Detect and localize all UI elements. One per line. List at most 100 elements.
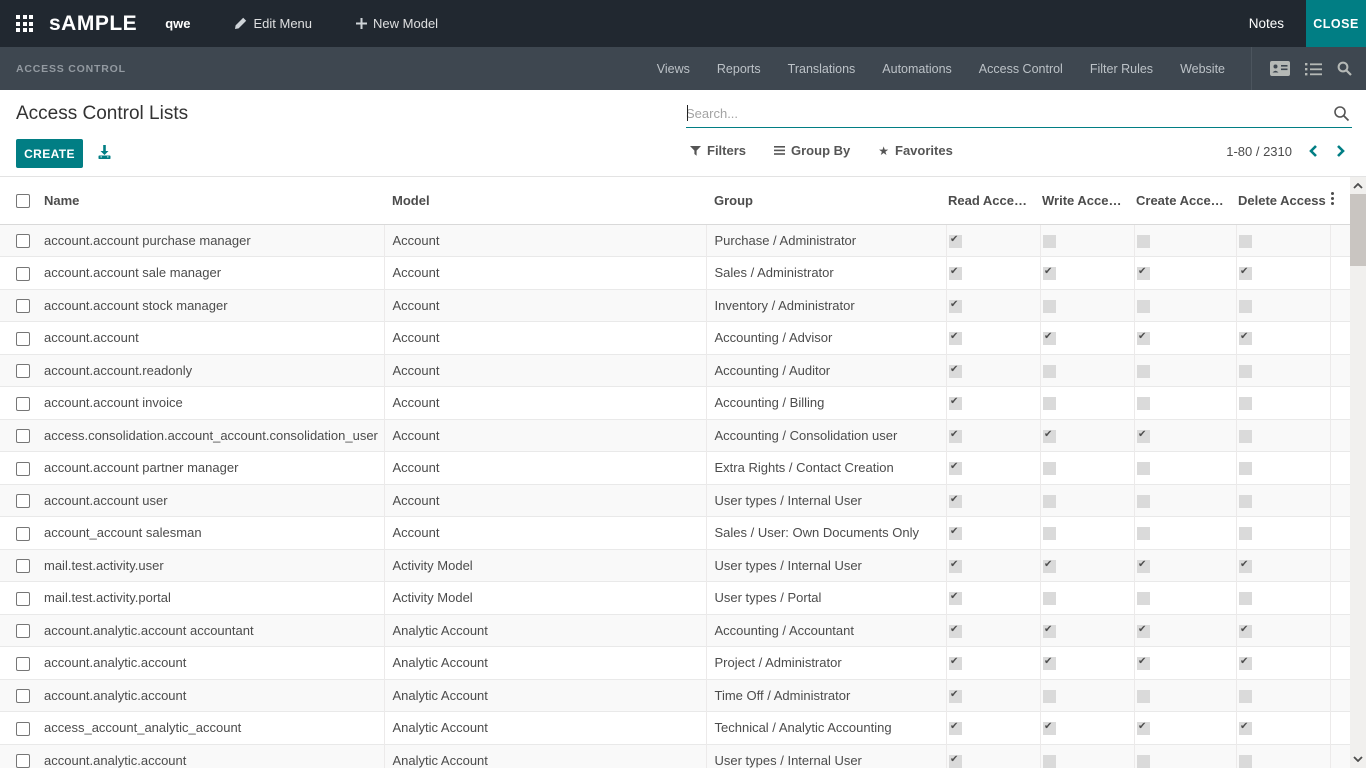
read-access-checkbox[interactable] (949, 397, 962, 410)
row-select-checkbox[interactable] (16, 559, 30, 573)
menu-access-control[interactable]: Access Control (979, 62, 1063, 76)
delete-access-checkbox[interactable] (1239, 300, 1252, 313)
menu-automations[interactable]: Automations (882, 62, 951, 76)
create-access-checkbox[interactable] (1137, 430, 1150, 443)
notes-button[interactable]: Notes (1249, 16, 1284, 31)
write-access-checkbox[interactable] (1043, 722, 1056, 735)
row-select-checkbox[interactable] (16, 332, 30, 346)
filters-button[interactable]: Filters (690, 143, 746, 158)
row-select-checkbox[interactable] (16, 429, 30, 443)
delete-access-checkbox[interactable] (1239, 332, 1252, 345)
write-access-checkbox[interactable] (1043, 235, 1056, 248)
delete-access-checkbox[interactable] (1239, 495, 1252, 508)
table-row[interactable]: account.account user Account User types … (0, 484, 1350, 517)
delete-access-checkbox[interactable] (1239, 462, 1252, 475)
favorites-button[interactable]: ★ Favorites (878, 143, 953, 158)
row-select-checkbox[interactable] (16, 624, 30, 638)
delete-access-checkbox[interactable] (1239, 267, 1252, 280)
delete-access-checkbox[interactable] (1239, 722, 1252, 735)
row-select-checkbox[interactable] (16, 657, 30, 671)
row-select-checkbox[interactable] (16, 462, 30, 476)
table-row[interactable]: account.account.readonly Account Account… (0, 354, 1350, 387)
read-access-checkbox[interactable] (949, 755, 962, 768)
row-select-checkbox[interactable] (16, 299, 30, 313)
scroll-down-icon[interactable] (1350, 751, 1366, 767)
table-row[interactable]: account.analytic.account Analytic Accoun… (0, 647, 1350, 680)
list-view-icon[interactable] (1305, 62, 1322, 76)
table-row[interactable]: account_account salesman Account Sales /… (0, 517, 1350, 550)
read-access-checkbox[interactable] (949, 332, 962, 345)
row-select-checkbox[interactable] (16, 494, 30, 508)
create-button[interactable]: CREATE (16, 139, 83, 168)
vertical-scrollbar[interactable] (1350, 177, 1366, 768)
row-select-checkbox[interactable] (16, 722, 30, 736)
read-access-checkbox[interactable] (949, 430, 962, 443)
export-download-icon[interactable] (97, 145, 112, 160)
scroll-up-icon[interactable] (1350, 178, 1366, 194)
delete-access-checkbox[interactable] (1239, 527, 1252, 540)
column-header-delete-access[interactable]: Delete Access (1236, 177, 1330, 224)
table-row[interactable]: account.account partner manager Account … (0, 452, 1350, 485)
create-access-checkbox[interactable] (1137, 235, 1150, 248)
menu-filter-rules[interactable]: Filter Rules (1090, 62, 1153, 76)
read-access-checkbox[interactable] (949, 300, 962, 313)
create-access-checkbox[interactable] (1137, 365, 1150, 378)
delete-access-checkbox[interactable] (1239, 365, 1252, 378)
select-all-checkbox[interactable] (16, 194, 30, 208)
read-access-checkbox[interactable] (949, 527, 962, 540)
table-row[interactable]: account.account Account Accounting / Adv… (0, 322, 1350, 355)
read-access-checkbox[interactable] (949, 657, 962, 670)
apps-menu-icon[interactable] (16, 15, 33, 32)
row-select-checkbox[interactable] (16, 689, 30, 703)
table-row[interactable]: mail.test.activity.portal Activity Model… (0, 582, 1350, 615)
create-access-checkbox[interactable] (1137, 690, 1150, 703)
write-access-checkbox[interactable] (1043, 560, 1056, 573)
subnav-search-icon[interactable] (1337, 61, 1352, 76)
write-access-checkbox[interactable] (1043, 332, 1056, 345)
row-select-checkbox[interactable] (16, 234, 30, 248)
menu-views[interactable]: Views (657, 62, 690, 76)
create-access-checkbox[interactable] (1137, 495, 1150, 508)
delete-access-checkbox[interactable] (1239, 657, 1252, 670)
read-access-checkbox[interactable] (949, 690, 962, 703)
write-access-checkbox[interactable] (1043, 755, 1056, 768)
read-access-checkbox[interactable] (949, 560, 962, 573)
read-access-checkbox[interactable] (949, 625, 962, 638)
table-row[interactable]: access_account_analytic_account Analytic… (0, 712, 1350, 745)
delete-access-checkbox[interactable] (1239, 397, 1252, 410)
column-header-read-access[interactable]: Read Acce… (946, 177, 1040, 224)
table-row[interactable]: mail.test.activity.user Activity Model U… (0, 549, 1350, 582)
new-model-button[interactable]: New Model (356, 16, 438, 31)
search-input[interactable] (686, 100, 1326, 126)
nav-item-qwe[interactable]: qwe (165, 16, 190, 31)
write-access-checkbox[interactable] (1043, 397, 1056, 410)
create-access-checkbox[interactable] (1137, 592, 1150, 605)
row-select-checkbox[interactable] (16, 754, 30, 768)
read-access-checkbox[interactable] (949, 235, 962, 248)
read-access-checkbox[interactable] (949, 495, 962, 508)
create-access-checkbox[interactable] (1137, 657, 1150, 670)
table-row[interactable]: account.analytic.account Analytic Accoun… (0, 744, 1350, 768)
row-select-checkbox[interactable] (16, 364, 30, 378)
create-access-checkbox[interactable] (1137, 462, 1150, 475)
delete-access-checkbox[interactable] (1239, 690, 1252, 703)
pager-previous-icon[interactable] (1306, 142, 1320, 160)
write-access-checkbox[interactable] (1043, 430, 1056, 443)
group-by-button[interactable]: Group By (774, 143, 850, 158)
delete-access-checkbox[interactable] (1239, 755, 1252, 768)
row-select-checkbox[interactable] (16, 267, 30, 281)
create-access-checkbox[interactable] (1137, 560, 1150, 573)
row-select-checkbox[interactable] (16, 397, 30, 411)
create-access-checkbox[interactable] (1137, 755, 1150, 768)
scrollbar-thumb[interactable] (1350, 194, 1366, 266)
write-access-checkbox[interactable] (1043, 365, 1056, 378)
column-header-group[interactable]: Group (706, 177, 946, 224)
write-access-checkbox[interactable] (1043, 527, 1056, 540)
table-row[interactable]: account.account sale manager Account Sal… (0, 257, 1350, 290)
contact-card-view-icon[interactable] (1270, 61, 1290, 76)
create-access-checkbox[interactable] (1137, 267, 1150, 280)
row-select-checkbox[interactable] (16, 592, 30, 606)
table-row[interactable]: access.consolidation.account_account.con… (0, 419, 1350, 452)
read-access-checkbox[interactable] (949, 592, 962, 605)
close-button[interactable]: CLOSE (1306, 0, 1366, 47)
